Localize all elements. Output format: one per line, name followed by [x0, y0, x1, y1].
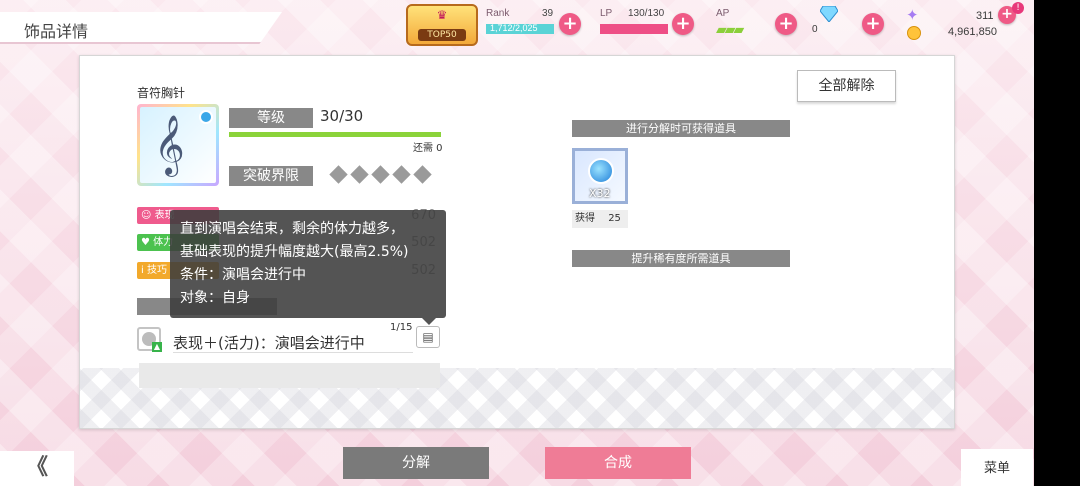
gain-label-box: 获得 25: [572, 210, 628, 228]
release-all-button[interactable]: 全部解除: [797, 70, 896, 102]
tooltip-line-3: 条件：演唱会进行中: [180, 267, 306, 283]
skill-icon: ▲: [137, 327, 162, 352]
decompose-items-header: 进行分解时可获得道具: [572, 120, 790, 137]
attribute-dot-icon: [199, 110, 213, 124]
title-bar: 饰品详情: [0, 12, 282, 44]
skill-tooltip: 直到演唱会结束，剩余的体力越多， 基础表现的提升幅度越大(最高2.5%) 条件：…: [170, 210, 446, 325]
gain-item-count: X32: [589, 187, 611, 200]
back-button[interactable]: 《: [0, 451, 74, 486]
skill-text: 表现＋(活力)：演唱会进行中: [173, 334, 365, 352]
ap-label: AP: [716, 8, 730, 19]
item-card-inner: 𝄞: [140, 107, 216, 183]
event-rank-badge[interactable]: ♛ TOP50: [406, 4, 478, 46]
synthesize-button[interactable]: 合成: [545, 447, 691, 479]
lp-plus-button[interactable]: +: [672, 13, 694, 35]
skill-page-indicator: 1/15: [390, 322, 413, 333]
ap-plus-button[interactable]: +: [775, 13, 797, 35]
tooltip-line-4: 对象：自身: [180, 290, 250, 306]
rank-plus-button[interactable]: +: [559, 13, 581, 35]
notification-badge: !: [1012, 2, 1024, 14]
event-badge-label: TOP50: [418, 29, 466, 41]
rarity-items-header: 提升稀有度所需道具: [572, 250, 790, 267]
item-card[interactable]: 𝄞: [137, 104, 219, 186]
empty-skill-slot: [139, 363, 440, 388]
page-title: 饰品详情: [24, 22, 89, 41]
level-need: 还需 0: [413, 143, 443, 154]
gem-count: 0: [812, 24, 818, 35]
rank-value: 39: [542, 8, 554, 19]
ap-stat: AP ▰▰▰: [716, 8, 776, 38]
tooltip-line-2: 基础表现的提升幅度越大(最高2.5%): [180, 244, 409, 260]
gain-label: 获得: [575, 213, 595, 224]
blue-orb-icon: [588, 158, 614, 184]
limit-break-diamond-icon: [392, 165, 411, 184]
gem-plus-button[interactable]: +: [862, 13, 884, 35]
item-name: 音符胸针: [137, 86, 186, 100]
level-value: 30/30: [320, 107, 364, 125]
limit-break-diamond-icon: [413, 165, 432, 184]
coin-count: 4,961,850: [948, 26, 997, 38]
rank-exp-bar: 1,712/2,025: [486, 23, 554, 34]
speech-bubble-icon: ▤: [422, 330, 434, 344]
level-label: 等级: [229, 108, 313, 128]
level-progress-bar: [229, 132, 441, 137]
star-icon: ✦: [906, 6, 919, 24]
skill-detail-button[interactable]: ▤: [416, 326, 440, 348]
limit-break-diamond-icon: [371, 165, 390, 184]
skill-divider: [173, 352, 413, 353]
attr-technique-name: 技巧: [146, 265, 167, 276]
rank-exp-text: 1,712/2,025: [490, 23, 538, 33]
screen-edge: [1034, 0, 1080, 486]
gem-icon: [820, 6, 838, 22]
rank-label: Rank: [486, 8, 510, 19]
star-count: 311: [976, 10, 994, 22]
skill-up-arrow-icon: ▲: [152, 342, 162, 352]
limit-break-diamond-icon: [329, 165, 348, 184]
lp-bar: [600, 24, 668, 34]
lp-stat: LP 130/130: [600, 8, 670, 38]
lp-value: 130/130: [628, 8, 665, 19]
gain-item-card[interactable]: X32: [572, 148, 628, 204]
decompose-button[interactable]: 分解: [343, 447, 489, 479]
menu-button[interactable]: 菜单: [961, 449, 1033, 486]
gain-value: 25: [608, 213, 621, 224]
limit-break-diamond-icon: [350, 165, 369, 184]
coin-icon: [907, 26, 921, 40]
tooltip-line-1: 直到演唱会结束，剩余的体力越多，: [180, 221, 404, 237]
music-note-icon: 𝄞: [154, 115, 185, 175]
rank-stat: Rank 39 1,712/2,025: [486, 8, 556, 38]
crown-icon: ♛: [436, 8, 448, 22]
lp-label: LP: [600, 8, 613, 19]
limit-break-label: 突破界限: [229, 166, 313, 186]
ap-icons: ▰▰▰: [716, 22, 744, 38]
